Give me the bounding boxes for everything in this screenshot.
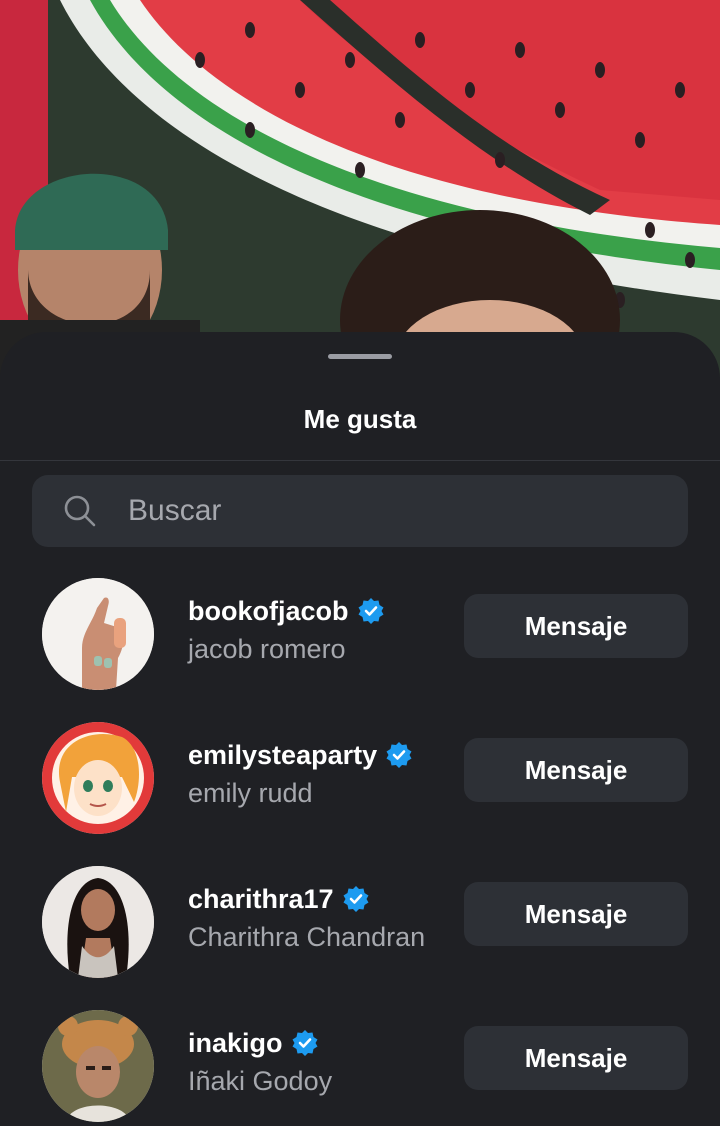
verified-badge-icon	[385, 741, 413, 769]
full-name: jacob romero	[188, 634, 346, 664]
username[interactable]: emilysteaparty	[188, 740, 377, 771]
username[interactable]: inakigo	[188, 1028, 283, 1059]
full-name: emily rudd	[188, 778, 313, 808]
search-bar[interactable]	[32, 475, 688, 547]
message-button[interactable]: Mensaje	[464, 882, 688, 946]
list-item[interactable]: charithra17 Charithra Chandran Mensaje	[0, 860, 720, 1004]
username[interactable]: charithra17	[188, 884, 334, 915]
search-icon	[60, 491, 100, 531]
list-item[interactable]: bookofjacob jacob romero Mensaje	[0, 572, 720, 716]
verified-badge-icon	[357, 597, 385, 625]
username[interactable]: bookofjacob	[188, 596, 349, 627]
verified-badge-icon	[291, 1029, 319, 1057]
avatar[interactable]	[42, 866, 154, 978]
sheet-title: Me gusta	[303, 404, 417, 434]
full-name: Charithra Chandran	[188, 922, 426, 952]
message-button[interactable]: Mensaje	[464, 738, 688, 802]
message-button[interactable]: Mensaje	[464, 1026, 688, 1090]
post-photo	[0, 0, 720, 380]
message-button[interactable]: Mensaje	[464, 594, 688, 658]
full-name: Iñaki Godoy	[188, 1066, 333, 1096]
list-item[interactable]: emilysteaparty emily rudd Mensaje	[0, 716, 720, 860]
avatar[interactable]	[42, 578, 154, 690]
sheet-grabber-handle[interactable]	[328, 354, 392, 359]
avatar[interactable]	[42, 722, 154, 834]
search-input[interactable]	[128, 494, 628, 528]
divider	[0, 460, 720, 461]
verified-badge-icon	[342, 885, 370, 913]
list-item[interactable]: inakigo Iñaki Godoy Mensaje	[0, 1004, 720, 1126]
avatar[interactable]	[42, 1010, 154, 1122]
likes-sheet: Me gusta bookofjacob	[0, 332, 720, 1126]
likes-list: bookofjacob jacob romero Mensaje emilyst…	[0, 572, 720, 1126]
